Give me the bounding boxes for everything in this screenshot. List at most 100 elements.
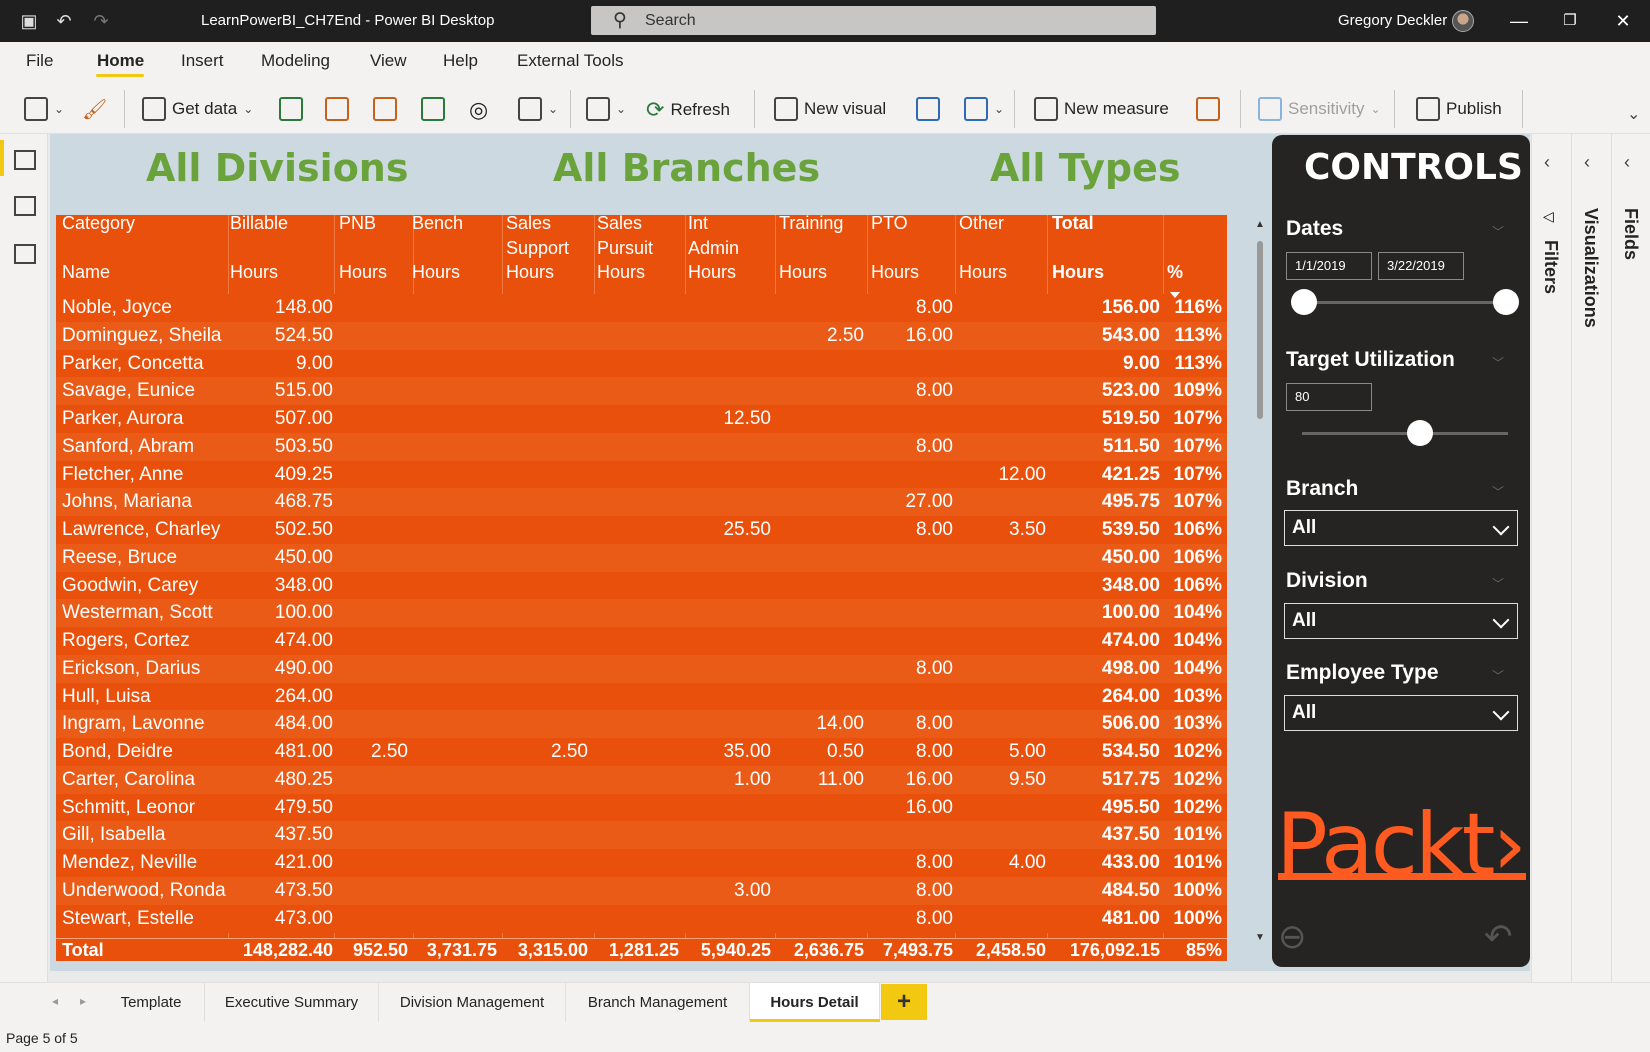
table-row[interactable]: Ingram, Lavonne 484.00 14.00 8.00 506.00 103%	[56, 710, 1227, 739]
restore-button[interactable]: ❐	[1555, 8, 1585, 34]
header-category-3[interactable]: Bench	[412, 215, 463, 236]
dates-chevron-icon[interactable]: ﹀	[1492, 223, 1504, 240]
header-measure-11[interactable]: %	[1167, 260, 1183, 285]
search-input[interactable]: ⚲ Search	[591, 6, 1156, 35]
target-slider-track[interactable]	[1302, 432, 1508, 435]
target-chevron-icon[interactable]: ﹀	[1492, 354, 1504, 371]
get-data-button[interactable]: Get data ⌄	[142, 97, 253, 121]
new-measure-button[interactable]: New measure	[1034, 97, 1169, 121]
employee-type-chevron-icon[interactable]: ﹀	[1492, 667, 1504, 684]
table-row[interactable]: Stewart, Estelle 473.00 8.00 481.00 100%	[56, 904, 1227, 933]
model-view-icon[interactable]	[14, 244, 36, 264]
sensitivity-button[interactable]: Sensitivity ⌄	[1258, 97, 1381, 121]
header-measure-8[interactable]: Hours	[871, 260, 919, 285]
table-row[interactable]: Bond, Deidre 481.00 2.50 2.50 35.00 0.50 8.00 5…	[56, 738, 1227, 766]
header-measure-1[interactable]: Hours	[230, 260, 278, 285]
refresh-button[interactable]: ⟳ Refresh	[646, 97, 730, 123]
avatar[interactable]	[1452, 10, 1474, 32]
branch-chevron-icon[interactable]: ﹀	[1492, 483, 1504, 500]
save-icon[interactable]: ▣	[18, 10, 40, 32]
menu-view[interactable]: View	[370, 51, 407, 71]
header-category-0[interactable]: Category	[62, 215, 135, 236]
menu-file[interactable]: File	[26, 51, 53, 71]
visualizations-collapse-icon[interactable]: ‹	[1584, 152, 1590, 173]
header-measure-2[interactable]: Hours	[339, 260, 387, 285]
header-category-9[interactable]: Other	[959, 215, 1004, 236]
back-arrow-icon[interactable]: ⊖	[1278, 917, 1307, 957]
tab-division-management[interactable]: Division Management	[379, 983, 566, 1023]
header-measure-4[interactable]: Hours	[506, 260, 554, 285]
quick-measure-button[interactable]	[1196, 97, 1220, 121]
table-row[interactable]: Gill, Isabella 437.50 437.50 101%	[56, 821, 1227, 850]
table-row[interactable]: Reese, Bruce 450.00 450.00 106%	[56, 543, 1227, 572]
menu-home[interactable]: Home	[97, 51, 144, 71]
table-row[interactable]: Parker, Aurora 507.00 12.50 519.50 107%	[56, 405, 1227, 433]
table-row[interactable]: Carter, Carolina 480.25 1.00 11.00 16.00 9.50…	[56, 765, 1227, 794]
date-start-input[interactable]: 1/1/2019	[1286, 252, 1372, 280]
table-row[interactable]: Sanford, Abram 503.50 8.00 511.50 107%	[56, 432, 1227, 461]
data-view-icon[interactable]	[14, 196, 36, 216]
header-measure-10[interactable]: Hours	[1052, 260, 1104, 285]
date-end-input[interactable]: 3/22/2019	[1378, 252, 1464, 280]
target-utilization-input[interactable]: 80	[1286, 383, 1372, 411]
header-category-6[interactable]: Int Admin	[688, 215, 739, 261]
tab-hours-detail[interactable]: Hours Detail	[750, 983, 880, 1023]
undo-icon[interactable]: ↶	[53, 10, 75, 32]
table-row[interactable]: Fletcher, Anne 409.25 12.00 421.25 107%	[56, 460, 1227, 489]
reset-arrow-icon[interactable]: ↶	[1484, 917, 1513, 957]
new-visual-button[interactable]: New visual	[774, 97, 886, 121]
tab-template[interactable]: Template	[98, 983, 205, 1023]
menu-help[interactable]: Help	[443, 51, 478, 71]
report-view-icon[interactable]	[14, 150, 36, 170]
redo-icon[interactable]: ↷	[90, 10, 112, 32]
scroll-thumb[interactable]	[1257, 241, 1263, 419]
header-measure-9[interactable]: Hours	[959, 260, 1007, 285]
table-row[interactable]: Savage, Eunice 515.00 8.00 523.00 109%	[56, 377, 1227, 406]
tabs-next-icon[interactable]: ▸	[80, 994, 86, 1008]
paste-button[interactable]: ⌄	[24, 97, 64, 121]
date-slider-track[interactable]	[1304, 301, 1504, 304]
add-page-button[interactable]: +	[881, 984, 927, 1020]
date-slider-start-handle[interactable]	[1291, 289, 1317, 315]
header-category-8[interactable]: PTO	[871, 215, 908, 236]
division-dropdown[interactable]: All	[1284, 603, 1518, 639]
table-row[interactable]: Erickson, Darius 490.00 8.00 498.00 104%	[56, 654, 1227, 683]
table-row[interactable]: Underwood, Ronda 473.50 3.00 8.00 484.50 100%	[56, 876, 1227, 905]
transform-data-button[interactable]: ⌄	[586, 97, 626, 121]
date-slider-end-handle[interactable]	[1493, 289, 1519, 315]
table-row[interactable]: Schmitt, Leonor 479.50 16.00 495.50 102%	[56, 793, 1227, 822]
table-row[interactable]: Dominguez, Sheila 524.50 2.50 16.00 543.00 11…	[56, 321, 1227, 350]
header-category-2[interactable]: PNB	[339, 215, 376, 236]
scroll-up-icon[interactable]: ▲	[1255, 219, 1265, 230]
fields-collapse-icon[interactable]: ‹	[1624, 152, 1630, 173]
more-visuals-button[interactable]: ⌄	[964, 97, 1004, 121]
publish-button[interactable]: Publish	[1416, 97, 1502, 121]
division-chevron-icon[interactable]: ﹀	[1492, 575, 1504, 592]
header-measure-7[interactable]: Hours	[779, 260, 827, 285]
text-box-button[interactable]	[916, 97, 940, 121]
format-painter-button[interactable]: 🖌	[82, 97, 107, 122]
header-category-5[interactable]: Sales Pursuit	[597, 215, 653, 261]
header-measure-3[interactable]: Hours	[412, 260, 460, 285]
header-measure-5[interactable]: Hours	[597, 260, 645, 285]
collapse-ribbon-button[interactable]: ⌄	[1627, 104, 1640, 124]
menu-external-tools[interactable]: External Tools	[517, 51, 623, 71]
enter-data-button[interactable]	[421, 97, 445, 121]
dataset-button[interactable]	[325, 97, 349, 121]
branch-dropdown[interactable]: All	[1284, 510, 1518, 546]
target-slider-handle[interactable]	[1407, 420, 1433, 446]
header-measure-6[interactable]: Hours	[688, 260, 736, 285]
fields-pane[interactable]: ‹ Fields	[1611, 134, 1650, 1022]
minimize-button[interactable]: —	[1504, 8, 1534, 34]
sort-descending-icon[interactable]	[1170, 292, 1180, 298]
employee-type-dropdown[interactable]: All	[1284, 695, 1518, 731]
menu-modeling[interactable]: Modeling	[261, 51, 330, 71]
table-row[interactable]: Lawrence, Charley 502.50 25.50 8.00 3.50 539.…	[56, 516, 1227, 544]
sql-button[interactable]	[373, 97, 397, 121]
header-category-10[interactable]: Total	[1052, 215, 1094, 236]
tab-executive-summary[interactable]: Executive Summary	[205, 983, 379, 1023]
menu-insert[interactable]: Insert	[181, 51, 224, 71]
hours-matrix[interactable]: Category Billable PNB Bench Sales Support Sal…	[56, 215, 1227, 961]
recent-sources-button[interactable]: ⌄	[518, 97, 558, 121]
table-row[interactable]: Parker, Concetta 9.00 9.00 113%	[56, 349, 1227, 378]
